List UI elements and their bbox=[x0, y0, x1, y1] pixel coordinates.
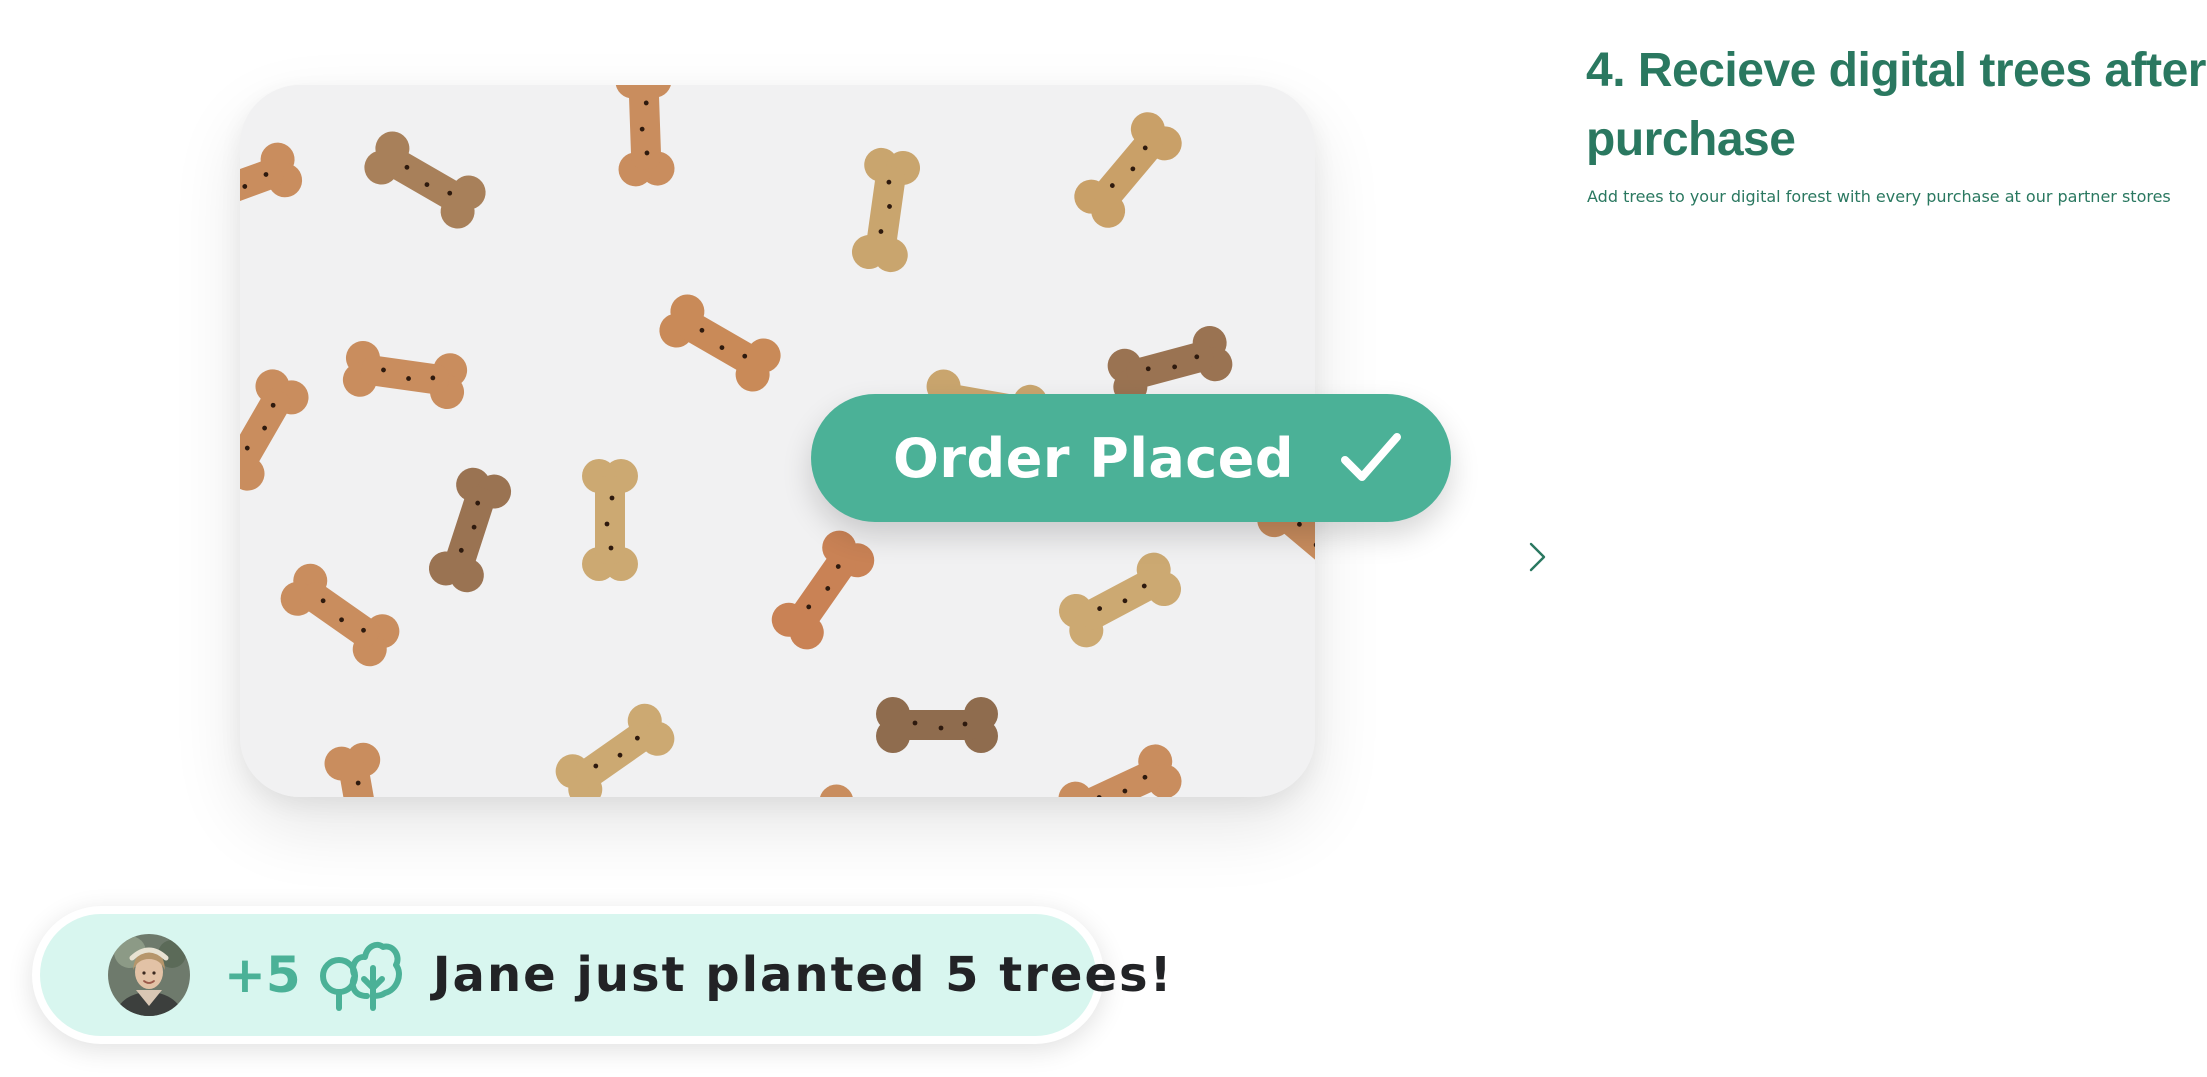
page: Order Placed 4. Recieve digital trees af… bbox=[0, 0, 2207, 1077]
avatar bbox=[108, 934, 190, 1016]
planted-notification: +5 Jane just planted 5 trees! bbox=[32, 906, 1171, 1044]
step-description: Add trees to your digital forest with ev… bbox=[1587, 187, 2171, 206]
order-placed-label: Order Placed bbox=[893, 426, 1295, 490]
step-title: 4. Recieve digital trees after purchase bbox=[1586, 44, 2206, 166]
trees-icon bbox=[319, 941, 402, 1011]
notification-message: Jane just planted 5 trees! bbox=[432, 947, 1174, 1003]
tree-count: +5 bbox=[224, 946, 301, 1004]
next-step-button[interactable] bbox=[1526, 540, 1550, 574]
order-placed-badge: Order Placed bbox=[811, 394, 1451, 522]
checkmark-icon bbox=[1341, 433, 1402, 481]
notification-body: +5 Jane just planted 5 trees! bbox=[40, 914, 1171, 1036]
chevron-right-icon bbox=[1529, 542, 1546, 572]
